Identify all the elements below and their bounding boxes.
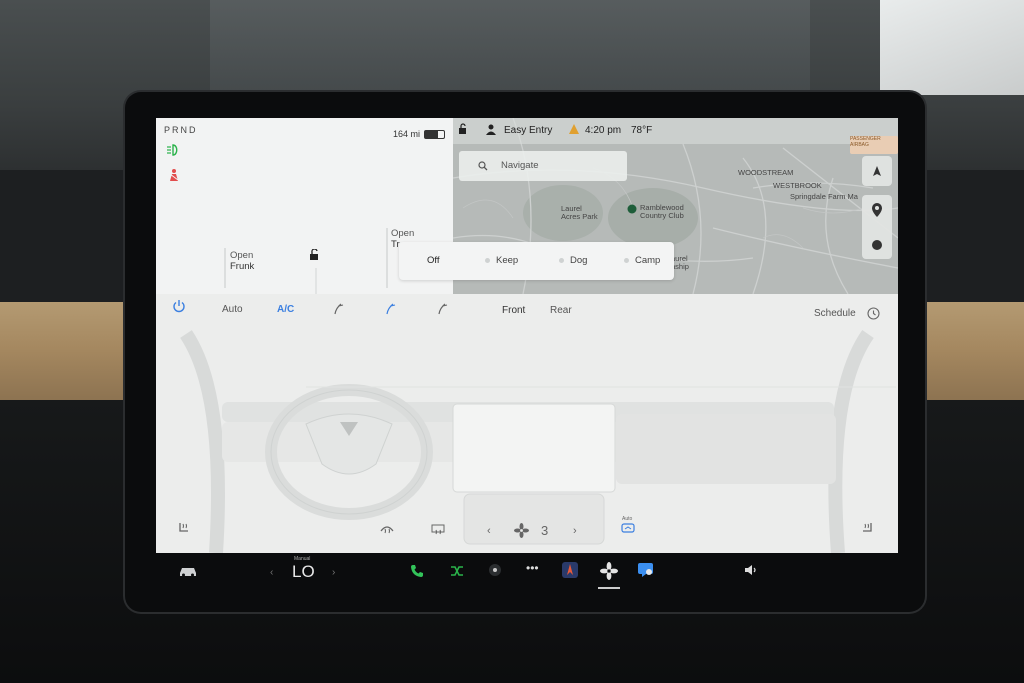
volume-icon[interactable] (744, 563, 758, 580)
seat-heater-right-icon[interactable] (860, 521, 874, 538)
climate-panel: Auto A/C Front Rear Schedule ‹ 3 › Auto (156, 294, 898, 553)
driver-profile-name[interactable]: Easy Entry (504, 125, 552, 136)
map-controls (862, 195, 892, 259)
climate-keeper-selector: Off Keep Dog Camp (399, 242, 674, 280)
cabin-render (156, 294, 898, 553)
rear-zone-tab[interactable]: Rear (550, 305, 572, 316)
active-app-indicator (598, 587, 620, 589)
trunk-action-label: Open (391, 228, 415, 239)
map-settings-icon[interactable] (862, 230, 892, 260)
climate-power-button[interactable] (172, 299, 186, 316)
clock-icon[interactable] (867, 307, 880, 323)
outside-temperature: 78°F (631, 125, 653, 136)
map-label-laurel-acres: Laurel Acres Park (561, 204, 598, 221)
background-window (880, 0, 1024, 95)
camera-icon[interactable] (488, 563, 502, 580)
touchscreen: PRND 164 mi Open Frunk Open Tr Easy Entr… (156, 118, 898, 553)
airflow-windshield-button[interactable] (436, 302, 449, 318)
sentry-icon (568, 123, 580, 138)
map-label-springdale: Springdale Farm Ma (790, 192, 858, 201)
driver-profile-icon[interactable] (486, 124, 496, 138)
wood-trim-right (918, 302, 1024, 400)
ac-button[interactable]: A/C (277, 304, 294, 315)
phone-icon[interactable] (410, 564, 424, 581)
map-label-woodstream: WOODSTREAM (738, 168, 794, 177)
unlock-icon[interactable] (309, 248, 320, 266)
airflow-face-button[interactable] (332, 302, 345, 318)
airflow-feet-icon (386, 303, 396, 315)
map-label-ramblewood: Ramblewood Country Club (640, 203, 684, 220)
frunk-action-label: Open (230, 250, 254, 261)
search-placeholder: Navigate (501, 160, 539, 171)
fan-decrease-chevron-icon[interactable]: ‹ (487, 525, 491, 537)
navigate-search-box[interactable]: Navigate (459, 151, 627, 181)
defrost-rear-icon[interactable] (431, 523, 445, 538)
frunk-label: Frunk (230, 261, 255, 272)
clock: 4:20 pm (585, 125, 622, 136)
fan-increase-chevron-icon[interactable]: › (573, 525, 577, 537)
recirculate-auto-label: Auto (622, 516, 633, 522)
recirculate-icon[interactable] (621, 523, 635, 538)
more-apps-icon[interactable]: ••• (526, 561, 539, 575)
shuffle-icon[interactable] (450, 564, 464, 581)
fan-speed-value: 3 (541, 523, 549, 538)
airflow-feet-button[interactable] (384, 302, 397, 318)
climate-keeper-keep[interactable]: Keep (485, 255, 518, 266)
seat-heater-left-icon[interactable] (177, 521, 191, 538)
wood-trim-left (0, 302, 135, 400)
compass-icon (873, 166, 881, 176)
passenger-airbag-indicator: PASSENGER AIRBAG (850, 136, 898, 154)
messages-icon[interactable] (638, 563, 655, 581)
fan-icon[interactable] (600, 562, 618, 583)
schedule-button[interactable]: Schedule (814, 308, 856, 319)
navigation-app-icon[interactable] (562, 562, 578, 581)
climate-keeper-off[interactable]: Off (427, 255, 440, 266)
airflow-windshield-icon (438, 303, 448, 315)
front-zone-tab[interactable]: Front (502, 305, 525, 316)
climate-keeper-dog[interactable]: Dog (559, 255, 587, 266)
temp-decrease-chevron-icon[interactable]: ‹ (270, 567, 273, 578)
compass-button[interactable] (862, 156, 892, 186)
airflow-face-icon (334, 303, 344, 315)
lock-status-icon[interactable] (458, 123, 468, 138)
fan-icon (514, 523, 529, 541)
background-pillar (210, 0, 810, 100)
temp-increase-chevron-icon[interactable]: › (332, 567, 335, 578)
climate-keeper-camp[interactable]: Camp (624, 255, 660, 266)
climate-auto-button[interactable]: Auto (222, 304, 243, 315)
search-icon (478, 161, 488, 171)
location-pin-icon[interactable] (862, 195, 892, 225)
frunk-open-button[interactable]: Open Frunk (230, 250, 254, 272)
map-label-westbrook: WESTBROOK (773, 181, 822, 190)
taskbar: ‹ Manual LO › ••• (156, 553, 898, 595)
map-pin-icon (627, 204, 637, 218)
cabin-temperature[interactable]: LO (292, 562, 315, 582)
defrost-front-icon[interactable] (380, 523, 394, 538)
car-icon[interactable] (178, 565, 198, 580)
power-icon (173, 300, 185, 313)
